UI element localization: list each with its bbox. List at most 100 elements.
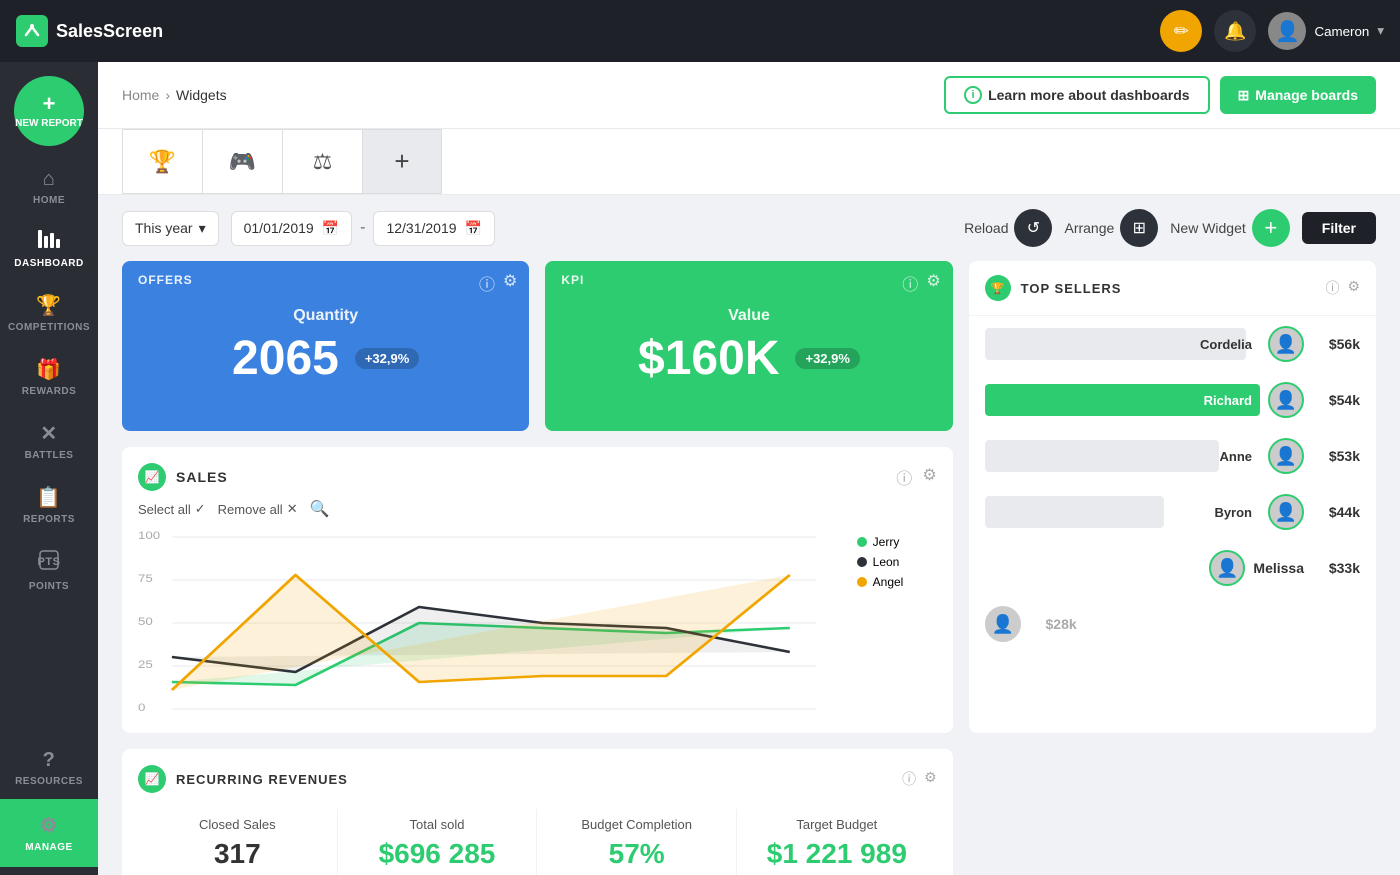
reload-action[interactable]: Reload ↺ <box>964 209 1052 247</box>
stat-value-budget: 57% <box>545 838 728 870</box>
topnav: SalesScreen ✏ 🔔 👤 Cameron ▾ <box>0 0 1400 62</box>
manage-boards-label: Manage boards <box>1255 87 1358 103</box>
date-separator: - <box>360 219 365 237</box>
tab-1[interactable]: 🏆 <box>122 129 202 194</box>
header-actions: i Learn more about dashboards ⊞ Manage b… <box>944 76 1376 114</box>
date-from-value: 01/01/2019 <box>244 220 314 236</box>
sellers-actions: ⓘ ⚙ <box>1325 278 1360 298</box>
edit-button[interactable]: ✏ <box>1160 10 1202 52</box>
widgets-area: OFFERS ⓘ ⚙ Quantity 2065 +32,9% KPI ⓘ ⚙ <box>98 261 1400 875</box>
tab-add[interactable]: + <box>362 129 442 194</box>
seller-row-anne: Anne 👤 $53k <box>969 428 1376 484</box>
seller-avatar-byron: 👤 <box>1268 494 1304 530</box>
sidebar: + NEW REPORT ⌂ HOME DASHBOARD 🏆 COMPETIT… <box>0 62 98 875</box>
sidebar-item-reports[interactable]: 📋 REPORTS <box>0 473 98 537</box>
recurring-revenues-widget: 📈 RECURRING REVENUES ⓘ ⚙ Closed Sales 31… <box>122 749 953 875</box>
seller-amount-richard: $54k <box>1312 392 1360 408</box>
date-to-value: 12/31/2019 <box>386 220 456 236</box>
chart-toolbar: Select all ✓ Remove all ✕ 🔍 <box>138 499 937 519</box>
trophy-icon: 🏆 <box>36 293 61 318</box>
seller-amount-anne: $53k <box>1312 448 1360 464</box>
offers-actions: ⓘ ⚙ <box>479 271 517 295</box>
sidebar-item-rewards[interactable]: 🎁 REWARDS <box>0 345 98 409</box>
kpi-widget: KPI ⓘ ⚙ Value $160K +32,9% <box>545 261 952 431</box>
manage-boards-button[interactable]: ⊞ Manage boards <box>1220 76 1376 114</box>
tab-bar: 🏆 🎮 ⚖ + <box>98 129 1400 195</box>
sidebar-item-battles[interactable]: ✕ BATTLES <box>0 409 98 473</box>
offers-title: OFFERS <box>138 273 193 287</box>
avatar: 👤 <box>1268 12 1306 50</box>
learn-more-button[interactable]: i Learn more about dashboards <box>944 76 1209 114</box>
new-widget-action[interactable]: New Widget + <box>1170 209 1289 247</box>
settings-icon[interactable]: ⚙ <box>503 271 517 295</box>
arrange-icon-button[interactable]: ⊞ <box>1120 209 1158 247</box>
seller-name-byron: Byron <box>985 505 1260 520</box>
sidebar-label-rewards: REWARDS <box>22 386 77 397</box>
tab-3[interactable]: ⚖ <box>282 129 362 194</box>
remove-all-button[interactable]: Remove all ✕ <box>218 501 298 517</box>
sidebar-item-resources[interactable]: ? RESOURCES <box>0 737 98 799</box>
arrange-action[interactable]: Arrange ⊞ <box>1064 209 1158 247</box>
seller-avatar-richard: 👤 <box>1268 382 1304 418</box>
reload-icon-button[interactable]: ↺ <box>1014 209 1052 247</box>
info-icon[interactable]: ⓘ <box>902 271 918 295</box>
sidebar-item-competitions[interactable]: 🏆 COMPETITIONS <box>0 281 98 345</box>
sidebar-item-manage[interactable]: ⚙ MANAGE <box>0 799 98 867</box>
sidebar-item-dashboard[interactable]: DASHBOARD <box>0 218 98 281</box>
sellers-title: TOP SELLERS <box>1021 281 1316 296</box>
seller-row-byron: Byron 👤 $44k <box>969 484 1376 540</box>
seller-bar-melissa <box>985 552 1072 584</box>
chart-area: 100 75 50 25 0 <box>138 527 841 717</box>
seller-name: Cordelia <box>985 337 1260 352</box>
user-menu-button[interactable]: 👤 Cameron ▾ <box>1268 12 1384 50</box>
sidebar-label-home: HOME <box>33 195 65 206</box>
stat-budget-completion: Budget Completion 57% <box>537 809 737 875</box>
settings-icon[interactable]: ⚙ <box>1347 278 1360 298</box>
stat-closed-sales: Closed Sales 317 <box>138 809 338 875</box>
legend-label-angel: Angel <box>873 575 904 589</box>
legend-dot-leon <box>857 557 867 567</box>
sidebar-item-points[interactable]: pts POINTS <box>0 537 98 604</box>
new-widget-button[interactable]: + <box>1252 209 1290 247</box>
kpi-badge: +32,9% <box>795 348 859 369</box>
select-all-button[interactable]: Select all ✓ <box>138 501 206 517</box>
svg-text:pts: pts <box>38 556 60 568</box>
info-icon[interactable]: ⓘ <box>902 769 916 789</box>
revenue-header: 📈 RECURRING REVENUES ⓘ ⚙ <box>138 765 937 793</box>
search-button[interactable]: 🔍 <box>310 499 330 519</box>
kpi-actions: ⓘ ⚙ <box>902 271 940 295</box>
date-filter-dropdown[interactable]: This year ▾ <box>122 211 219 246</box>
svg-text:100: 100 <box>138 529 160 542</box>
chevron-down-icon: ▾ <box>199 220 206 237</box>
offers-badge: +32,9% <box>355 348 419 369</box>
offers-label: Quantity <box>293 307 358 325</box>
svg-text:75: 75 <box>138 572 153 585</box>
info-icon[interactable]: ⓘ <box>1325 278 1339 298</box>
settings-icon[interactable]: ⚙ <box>922 465 936 489</box>
date-from-input[interactable]: 01/01/2019 📅 <box>231 211 353 246</box>
info-icon[interactable]: ⓘ <box>896 465 912 489</box>
sidebar-label-resources: RESOURCES <box>15 776 83 787</box>
new-report-button[interactable]: + NEW REPORT <box>14 76 84 146</box>
revenue-title: RECURRING REVENUES <box>176 772 892 787</box>
svg-text:0: 0 <box>138 701 146 712</box>
pencil-icon: ✏ <box>1174 21 1189 42</box>
breadcrumb: Home › Widgets <box>122 87 227 103</box>
notification-button[interactable]: 🔔 <box>1214 10 1256 52</box>
filter-button[interactable]: Filter <box>1302 212 1376 244</box>
seller-avatar-cordelia: 👤 <box>1268 326 1304 362</box>
seller-amount-melissa: $33k <box>1312 560 1360 576</box>
tab1-icon: 🏆 <box>149 149 176 175</box>
sidebar-label-dashboard: DASHBOARD <box>14 258 84 269</box>
info-icon[interactable]: ⓘ <box>479 271 495 295</box>
seller-bar-wrap: Cordelia <box>985 328 1260 360</box>
sidebar-item-home[interactable]: ⌂ HOME <box>0 156 98 218</box>
breadcrumb-home[interactable]: Home <box>122 87 159 103</box>
chart-legend: Jerry Leon Angel <box>857 527 937 717</box>
sidebar-label-reports: REPORTS <box>23 514 75 525</box>
settings-icon[interactable]: ⚙ <box>924 769 937 789</box>
tab-2[interactable]: 🎮 <box>202 129 282 194</box>
date-to-input[interactable]: 12/31/2019 📅 <box>373 211 495 246</box>
settings-icon[interactable]: ⚙ <box>926 271 940 295</box>
toolbar: This year ▾ 01/01/2019 📅 - 12/31/2019 📅 … <box>98 195 1400 261</box>
